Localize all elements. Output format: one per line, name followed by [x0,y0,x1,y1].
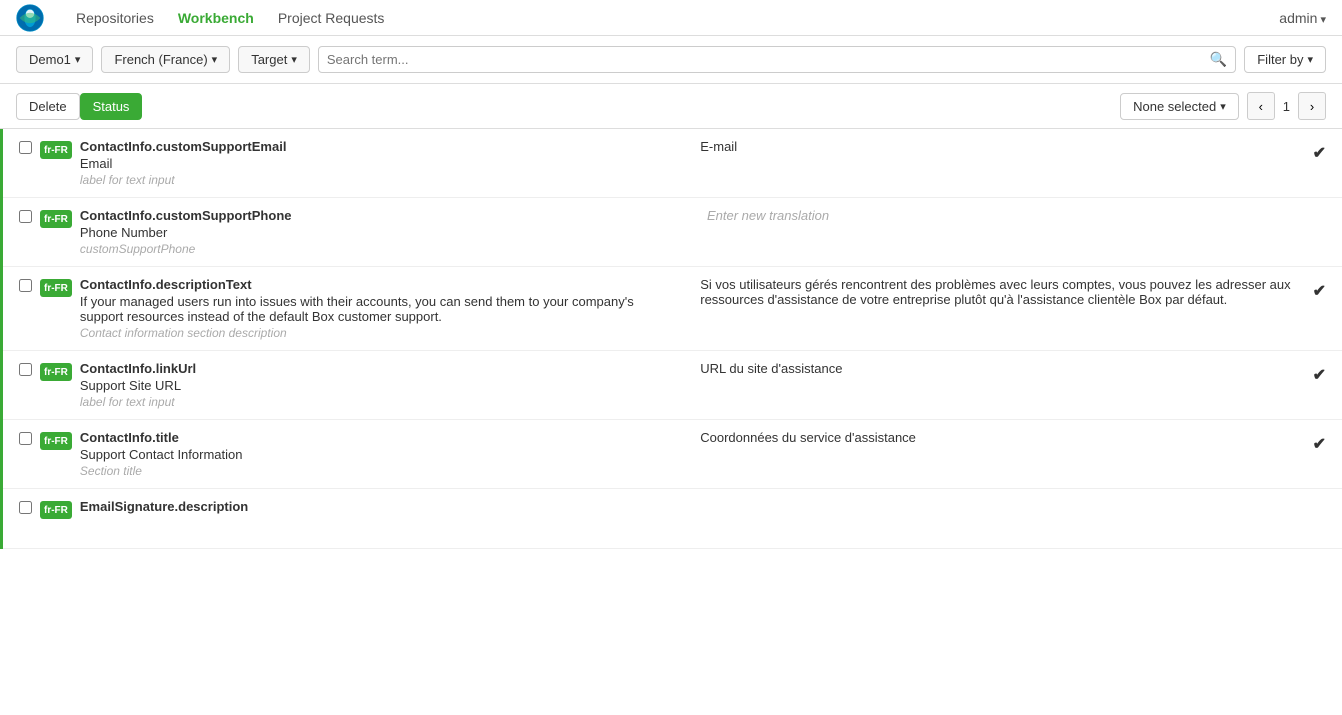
table-row: fr-FR ContactInfo.linkUrl Support Site U… [3,351,1342,420]
row-inner: ContactInfo.descriptionText If your mana… [80,277,1326,340]
translated-checkmark: ✔ [1313,143,1326,163]
source-text: If your managed users run into issues wi… [80,294,680,324]
row-checkbox[interactable] [19,279,32,292]
row-status: ✔ [1301,139,1326,163]
row-checkbox[interactable] [19,363,32,376]
row-left: ContactInfo.customSupportPhone Phone Num… [80,208,687,256]
context-text: label for text input [80,173,680,187]
none-selected-dropdown[interactable]: None selected [1120,93,1239,120]
row-right: Si vos utilisateurs gérés rencontrent de… [680,277,1300,307]
filter-dropdown[interactable]: Filter by [1244,46,1326,73]
action-bar: Delete Status None selected ‹ 1 › [0,84,1342,129]
row-right: E-mail [680,139,1300,154]
translation-key: EmailSignature.description [80,499,687,514]
delete-button[interactable]: Delete [16,93,80,120]
row-status [1314,208,1326,212]
top-navigation: Repositories Workbench Project Requests … [0,0,1342,36]
row-checkbox-container [19,499,32,538]
search-container: 🔍 [318,46,1236,73]
context-text: customSupportPhone [80,242,687,256]
translation-list: fr-FR ContactInfo.customSupportEmail Ema… [0,129,1342,549]
table-row: fr-FR ContactInfo.customSupportEmail Ema… [3,129,1342,198]
row-right: URL du site d'assistance [680,361,1300,376]
row-right: Coordonnées du service d'assistance [680,430,1300,445]
row-inner: ContactInfo.linkUrl Support Site URL lab… [80,361,1326,409]
table-row: fr-FR ContactInfo.title Support Contact … [3,420,1342,489]
row-status: ✔ [1301,277,1326,301]
row-checkbox-container [19,208,32,256]
row-checkbox[interactable] [19,210,32,223]
table-row: fr-FR ContactInfo.descriptionText If you… [3,267,1342,351]
target-dropdown[interactable]: Target [238,46,310,73]
source-text: Support Site URL [80,378,680,393]
row-right: Enter new translation [687,208,1314,223]
nav-workbench[interactable]: Workbench [178,10,254,26]
nav-repositories[interactable]: Repositories [76,10,154,26]
search-icon[interactable]: 🔍 [1210,51,1227,68]
translated-checkmark: ✔ [1313,365,1326,385]
row-inner: ContactInfo.customSupportPhone Phone Num… [80,208,1326,256]
row-left: ContactInfo.title Support Contact Inform… [80,430,680,478]
search-input[interactable] [327,52,1210,67]
row-checkbox[interactable] [19,141,32,154]
row-inner: ContactInfo.title Support Contact Inform… [80,430,1326,478]
translation-placeholder: Enter new translation [707,208,829,223]
source-text: Email [80,156,680,171]
row-checkbox-container [19,430,32,478]
row-left: ContactInfo.customSupportEmail Email lab… [80,139,680,187]
table-row: fr-FR ContactInfo.customSupportPhone Pho… [3,198,1342,267]
language-tag: fr-FR [40,141,72,159]
source-text: Support Contact Information [80,447,680,462]
translation-text: E-mail [700,139,737,154]
context-text: label for text input [80,395,680,409]
row-checkbox-container [19,139,32,187]
translated-checkmark: ✔ [1313,434,1326,454]
context-text: Section title [80,464,680,478]
translation-text: Coordonnées du service d'assistance [700,430,916,445]
row-status [1314,499,1326,503]
translation-key: ContactInfo.customSupportPhone [80,208,687,223]
prev-page-button[interactable]: ‹ [1247,92,1275,120]
row-left: ContactInfo.linkUrl Support Site URL lab… [80,361,680,409]
translation-key: ContactInfo.customSupportEmail [80,139,680,154]
context-text: Contact information section description [80,326,680,340]
translated-checkmark: ✔ [1313,281,1326,301]
row-left: ContactInfo.descriptionText If your mana… [80,277,680,340]
language-tag: fr-FR [40,279,72,297]
row-inner: EmailSignature.description [80,499,1326,538]
translation-text: URL du site d'assistance [700,361,842,376]
status-button[interactable]: Status [80,93,143,120]
main-toolbar: Demo1 French (France) Target 🔍 Filter by [0,36,1342,84]
source-text: Phone Number [80,225,687,240]
language-dropdown[interactable]: French (France) [101,46,230,73]
translation-key: ContactInfo.linkUrl [80,361,680,376]
language-tag: fr-FR [40,501,72,519]
row-status: ✔ [1301,430,1326,454]
language-tag: fr-FR [40,210,72,228]
row-status: ✔ [1301,361,1326,385]
action-bar-right: None selected ‹ 1 › [1120,92,1326,120]
row-checkbox-container [19,277,32,340]
user-menu[interactable]: admin [1279,10,1326,26]
translation-text: Si vos utilisateurs gérés rencontrent de… [700,277,1300,307]
next-page-button[interactable]: › [1298,92,1326,120]
row-inner: ContactInfo.customSupportEmail Email lab… [80,139,1326,187]
row-left: EmailSignature.description [80,499,687,516]
translation-key: ContactInfo.title [80,430,680,445]
row-checkbox[interactable] [19,432,32,445]
app-logo [16,4,44,32]
language-tag: fr-FR [40,363,72,381]
nav-project-requests[interactable]: Project Requests [278,10,385,26]
translation-key: ContactInfo.descriptionText [80,277,680,292]
table-row: fr-FR EmailSignature.description [3,489,1342,549]
page-number: 1 [1283,99,1290,114]
project-dropdown[interactable]: Demo1 [16,46,93,73]
row-checkbox[interactable] [19,501,32,514]
language-tag: fr-FR [40,432,72,450]
row-checkbox-container [19,361,32,409]
